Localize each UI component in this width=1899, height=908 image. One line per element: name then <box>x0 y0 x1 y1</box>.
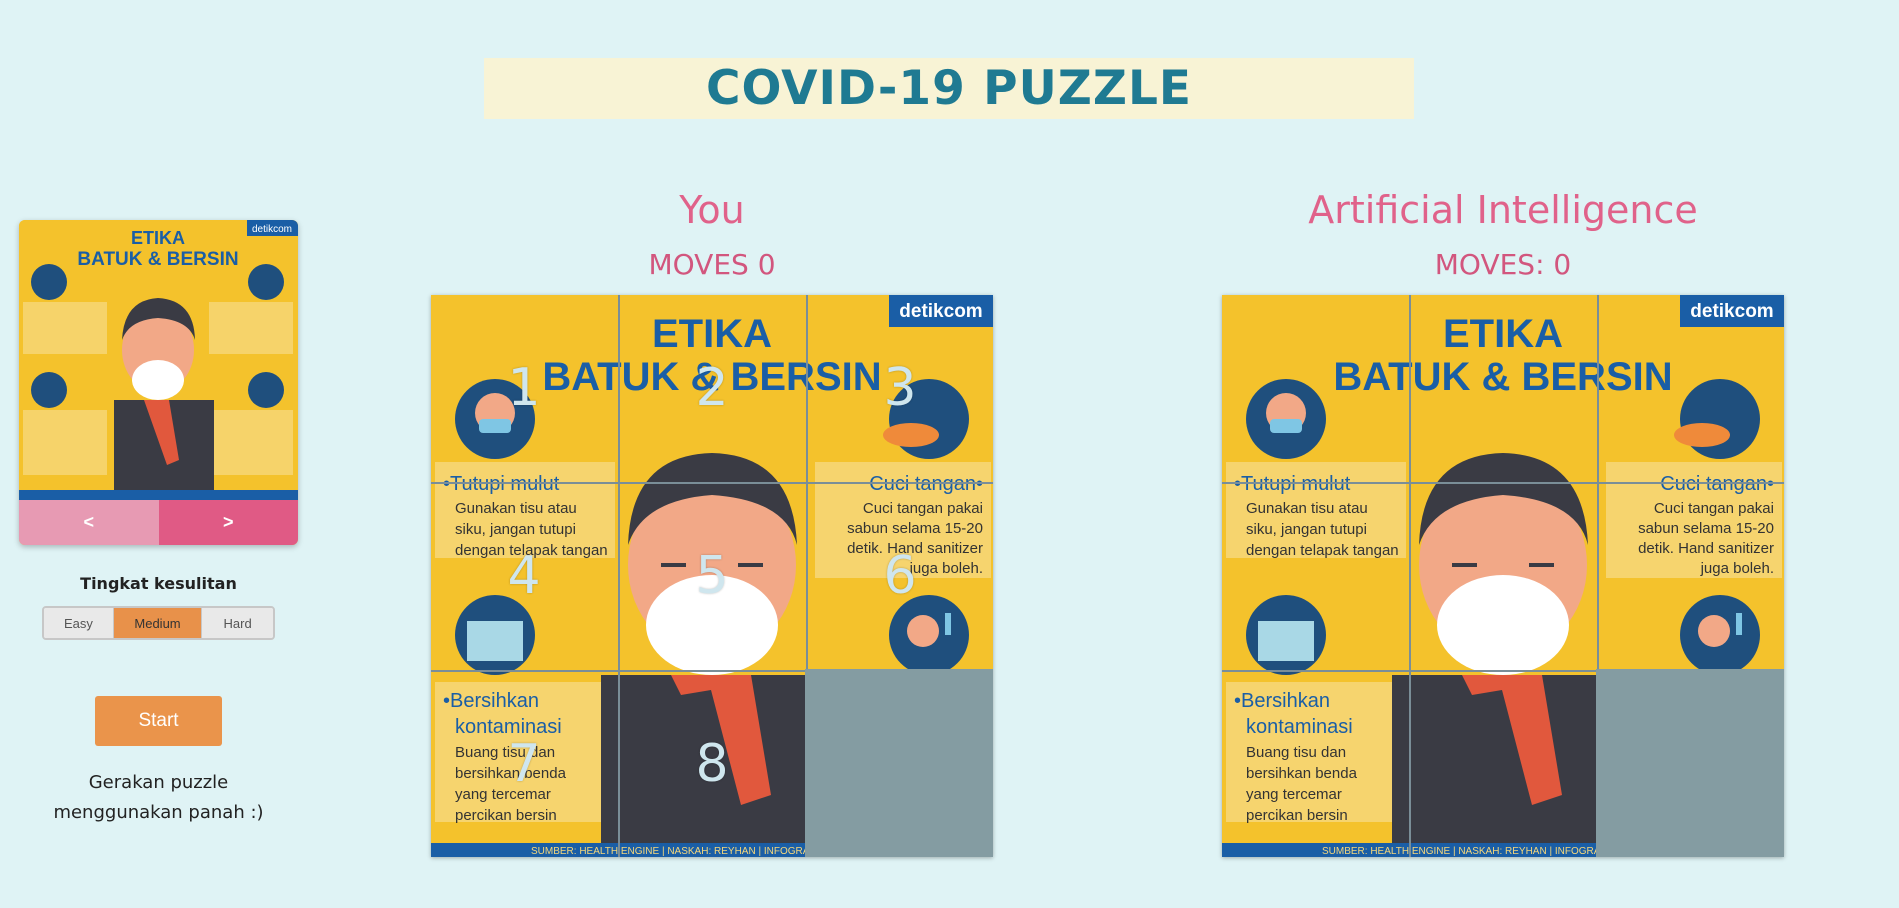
player-title: You <box>679 188 745 232</box>
preview-nav: < > <box>19 500 298 545</box>
poster-item2-desc: Cuci tangan pakai <box>1654 500 1774 517</box>
poster-item3-desc: bersihkan benda <box>1246 765 1358 782</box>
tile-number: 7 <box>507 734 541 794</box>
ai-puzzle-board: detikcom ETIKA BATUK & BERSIN •Tutupi mulut… <box>1222 295 1784 857</box>
difficulty-medium-button[interactable]: Medium <box>112 608 202 638</box>
poster-item3-desc: percikan bersin <box>1246 807 1348 824</box>
next-image-button[interactable]: > <box>158 500 298 545</box>
tile-number: 8 <box>695 734 729 794</box>
poster-item3-desc: yang tercemar <box>1246 786 1342 803</box>
tile-number: 5 <box>695 546 729 606</box>
ai-title: Artificial Intelligence <box>1308 188 1698 232</box>
poster-brand: detikcom <box>1690 301 1773 322</box>
player-tile-numbers: 1 2 3 4 5 6 7 8 <box>431 295 993 857</box>
hint-line-2: menggunakan panah :) <box>53 802 264 823</box>
tile-number: 6 <box>883 546 917 606</box>
poster-item2-desc: juga boleh. <box>1700 560 1774 577</box>
empty-tile <box>1596 669 1784 857</box>
poster-item3-desc: Buang tisu dan <box>1246 744 1346 761</box>
poster-item2-desc: detik. Hand sanitizer <box>1638 540 1774 557</box>
poster-item3b: kontaminasi <box>1246 716 1353 738</box>
poster-item1-desc: dengan telapak tangan <box>1246 542 1399 559</box>
poster-item1-desc: siku, jangan tutupi <box>1246 521 1367 538</box>
prev-image-button[interactable]: < <box>19 500 159 545</box>
tile-number: 1 <box>507 358 541 418</box>
poster-item1-desc: Gunakan tisu atau <box>1246 500 1368 517</box>
poster-footer: SUMBER: HEALTH ENGINE | NASKAH: REYHAN |… <box>1322 846 1635 857</box>
difficulty-label: Tingkat kesulitan <box>80 574 237 593</box>
preview-card: detikcom ETIKA BATUK & BERSIN < > <box>19 220 298 545</box>
difficulty-selector: Easy Medium Hard <box>42 606 275 640</box>
poster-item2-desc: sabun selama 15-20 <box>1638 520 1774 537</box>
hint-line-1: Gerakan puzzle <box>88 772 229 793</box>
player-puzzle-board[interactable]: detikcom ETIKA BATUK & BERSIN •Tutupi mulut… <box>431 295 993 857</box>
tile-number: 2 <box>695 358 729 418</box>
start-button[interactable]: Start <box>95 696 222 746</box>
tile-number: 4 <box>507 546 541 606</box>
player-moves: MOVES 0 <box>648 248 776 281</box>
difficulty-hard-button[interactable]: Hard <box>201 608 273 638</box>
poster-title-1: ETIKA <box>1443 312 1563 356</box>
tile-number: 3 <box>883 358 917 418</box>
title-banner: COVID-19 PUZZLE <box>484 58 1414 119</box>
preview-title-2: BATUK & BERSIN <box>77 249 238 270</box>
preview-image: detikcom ETIKA BATUK & BERSIN <box>19 220 298 500</box>
page-title: COVID-19 PUZZLE <box>705 61 1193 116</box>
difficulty-easy-button[interactable]: Easy <box>44 608 113 638</box>
preview-brand: detikcom <box>252 224 292 235</box>
hint-text: Gerakan puzzle menggunakan panah :) <box>19 768 298 828</box>
poster-item3: •Bersihkan <box>1234 690 1330 712</box>
ai-moves: MOVES: 0 <box>1434 248 1572 281</box>
poster-title-2: BATUK & BERSIN <box>1333 355 1672 399</box>
preview-title-1: ETIKA <box>131 228 185 248</box>
